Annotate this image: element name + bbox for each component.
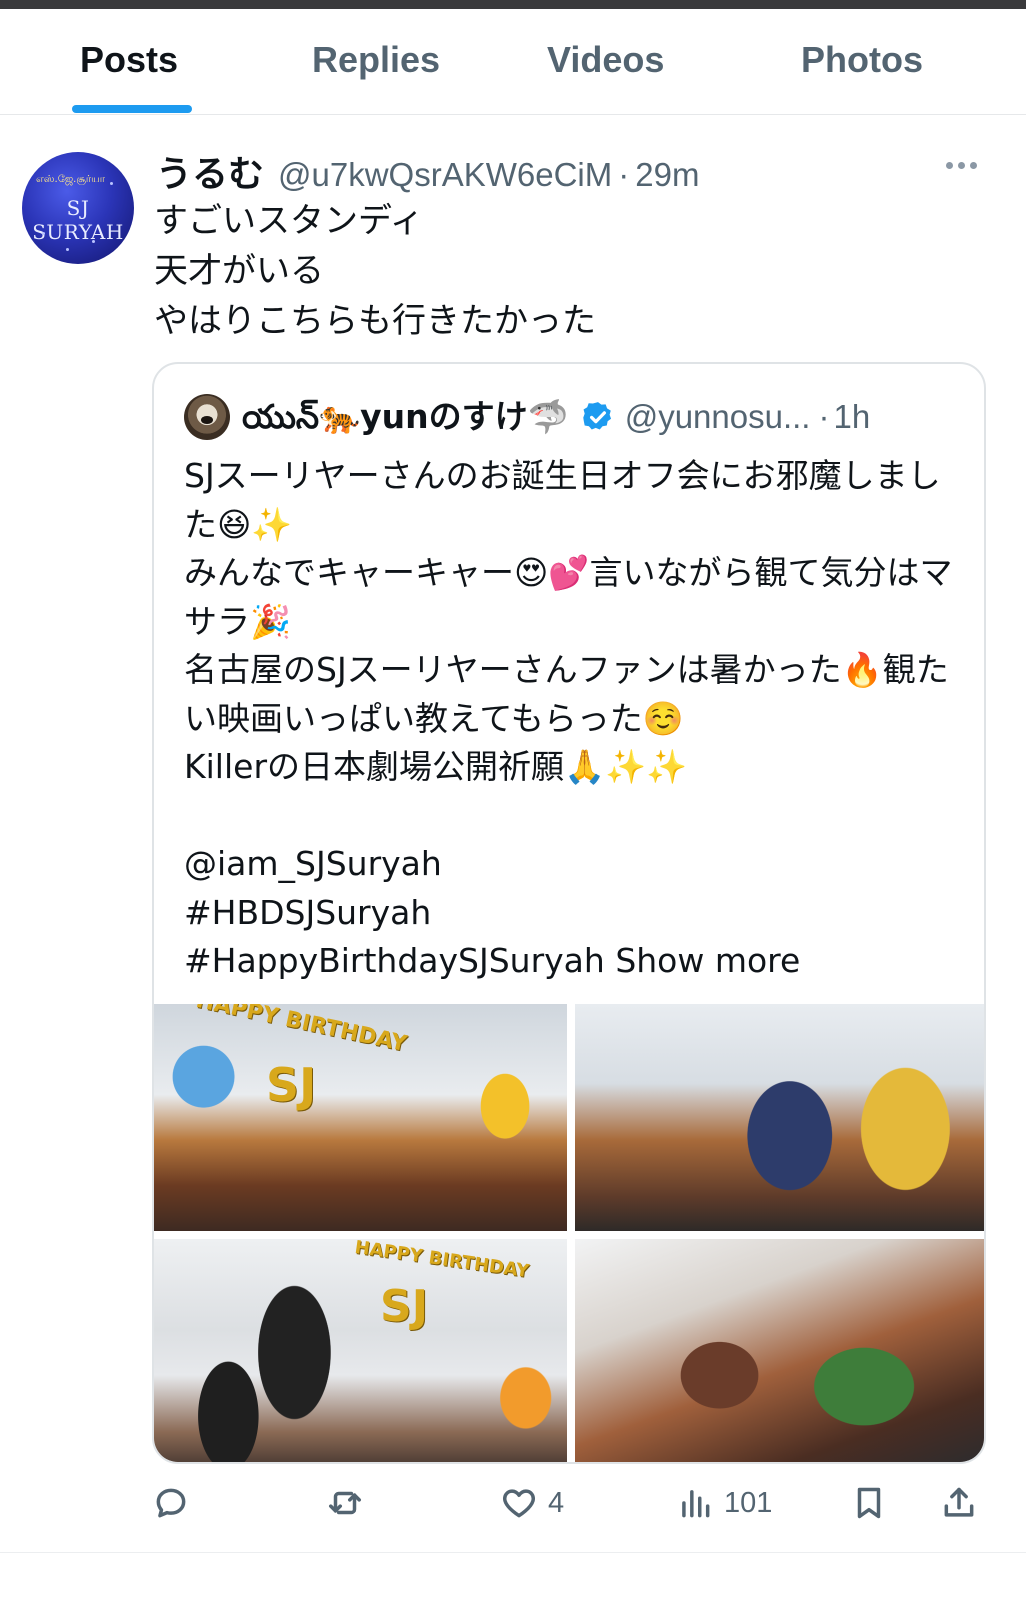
- active-tab-indicator: [72, 105, 192, 113]
- photo-4[interactable]: [575, 1239, 984, 1462]
- repost-button[interactable]: [326, 1478, 374, 1528]
- photo-3[interactable]: HAPPY BIRTHDAY SJ: [154, 1239, 567, 1462]
- separator: ·: [618, 156, 630, 193]
- reply-button[interactable]: [152, 1478, 200, 1528]
- avatar[interactable]: எஸ்.ஜே.சூர்யா SJ SURYAH: [22, 152, 134, 264]
- photo-text: HAPPY BIRTHDAY: [353, 1239, 531, 1283]
- photo-text: SJ: [380, 1281, 429, 1332]
- share-button[interactable]: [940, 1478, 978, 1528]
- post-actions: 4 101: [0, 1478, 1026, 1528]
- reply-bubble-icon: [156, 1488, 186, 1518]
- quoted-post[interactable]: యున్🐅yunのすけ🦈 @yunnosu... · 1h SJスーリヤーさんの…: [152, 362, 986, 1464]
- separator: ·: [818, 398, 830, 435]
- quoted-post-body: SJスーリヤーさんのお誕生日オフ会にお邪魔しました😆✨ みんなでキャーキャー😍💕…: [184, 456, 953, 980]
- tab-videos[interactable]: Videos: [547, 39, 664, 81]
- tab-photos[interactable]: Photos: [801, 39, 923, 81]
- show-more-link[interactable]: Show more: [615, 941, 800, 980]
- post-time[interactable]: 29m: [635, 156, 699, 194]
- quoted-post-header: యున్🐅yunのすけ🦈 @yunnosu... · 1h: [184, 392, 870, 442]
- quoted-post-time: 1h: [833, 398, 871, 435]
- more-dots-icon[interactable]: [946, 150, 986, 180]
- divider: [0, 1552, 1026, 1553]
- views-count: 101: [724, 1486, 773, 1519]
- dot: [958, 161, 965, 169]
- bookmark-button[interactable]: [850, 1478, 888, 1528]
- share-upload-icon: [944, 1487, 974, 1517]
- photo-2[interactable]: [575, 1004, 984, 1231]
- heart-icon: [503, 1489, 535, 1518]
- tab-posts[interactable]: Posts: [80, 39, 178, 81]
- avatar-sparkle: [110, 182, 113, 185]
- avatar-tamil-text: எஸ்.ஜே.சூர்யா: [36, 174, 105, 185]
- like-button[interactable]: 4: [500, 1478, 564, 1528]
- author-name[interactable]: うるむ: [156, 145, 264, 197]
- quoted-author-name: యున్🐅yunのすけ🦈: [242, 397, 569, 436]
- quoted-avatar[interactable]: [184, 394, 230, 440]
- views-chart-icon: [682, 1490, 710, 1518]
- media-grid: HAPPY BIRTHDAY SJ HAPPY BIRTHDAY SJ: [154, 1004, 984, 1462]
- bookmark-icon: [857, 1487, 881, 1519]
- profile-tabs: Posts Replies Videos Photos: [0, 9, 1026, 115]
- tab-replies[interactable]: Replies: [312, 39, 440, 81]
- post-text: すごいスタンディ 天才がいる やはりこちらも行きたかった: [154, 201, 596, 341]
- verified-badge-icon: [582, 402, 611, 430]
- repost-icon: [329, 1491, 361, 1515]
- avatar-text: SJ SURYAH: [32, 196, 124, 244]
- quoted-post-text: SJスーリヤーさんのお誕生日オフ会にお邪魔しました😆✨ みんなでキャーキャー😍💕…: [184, 452, 964, 986]
- photo-1[interactable]: HAPPY BIRTHDAY SJ: [154, 1004, 567, 1231]
- avatar-sparkle: [66, 248, 69, 251]
- dot: [946, 161, 953, 169]
- status-strip: [0, 0, 1026, 9]
- photo-text: SJ: [266, 1058, 317, 1112]
- quoted-author-handle: @yunnosu...: [624, 398, 811, 435]
- avatar-sparkle: [92, 240, 95, 243]
- dot: [970, 161, 977, 169]
- photo-text: HAPPY BIRTHDAY: [193, 1004, 409, 1058]
- avatar-sparkle: [42, 232, 45, 235]
- author-handle[interactable]: @u7kwQsrAKW6eCiM: [278, 156, 612, 194]
- views-button[interactable]: 101: [676, 1478, 772, 1528]
- like-count: 4: [548, 1486, 565, 1519]
- post-header: うるむ @u7kwQsrAKW6eCiM · 29m: [156, 145, 699, 195]
